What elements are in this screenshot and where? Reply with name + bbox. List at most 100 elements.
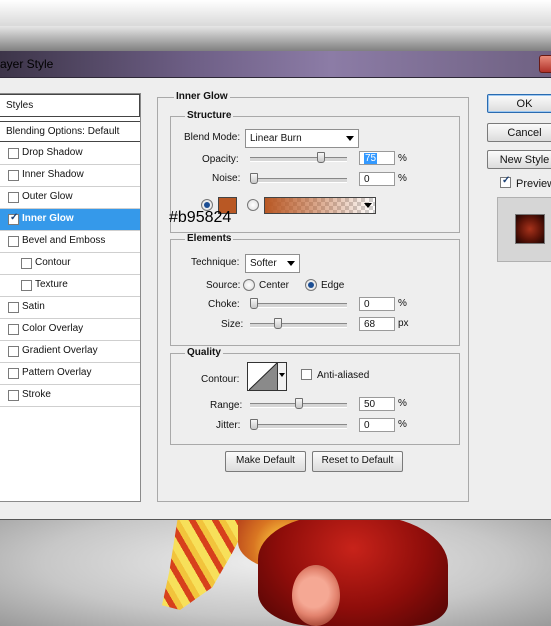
style-item-label: Inner Shadow	[22, 169, 84, 180]
dialog-titlebar[interactable]: ayer Style	[0, 51, 551, 78]
color-hex-label: #b95824	[169, 209, 232, 226]
style-checkbox[interactable]	[8, 346, 19, 357]
jitter-label: Jitter:	[216, 420, 241, 431]
style-checkbox[interactable]	[8, 148, 19, 159]
style-item-stroke[interactable]: Stroke	[0, 385, 140, 407]
jitter-slider[interactable]	[250, 419, 347, 430]
contour-label: Contour:	[201, 374, 240, 385]
style-item-bevel-and-emboss[interactable]: Bevel and Emboss	[0, 231, 140, 253]
style-item-outer-glow[interactable]: Outer Glow	[0, 187, 140, 209]
style-checkbox[interactable]	[8, 390, 19, 401]
elements-title: Elements	[185, 233, 234, 244]
opacity-slider[interactable]	[250, 152, 347, 163]
range-percent: %	[398, 398, 407, 409]
style-checkbox[interactable]	[8, 368, 19, 379]
gradient-radio[interactable]	[247, 199, 259, 211]
source-edge-label[interactable]: Edge	[321, 280, 344, 291]
style-checkbox[interactable]	[8, 212, 19, 225]
style-item-satin[interactable]: Satin	[0, 297, 140, 319]
source-edge-radio[interactable]	[305, 279, 317, 291]
style-checkbox[interactable]	[8, 324, 19, 335]
jitter-field[interactable]: 0	[359, 418, 395, 432]
style-item-contour[interactable]: Contour	[0, 253, 140, 275]
style-item-label: Gradient Overlay	[22, 345, 98, 356]
inner-glow-group: Inner Glow Structure Blend Mode: Linear …	[157, 91, 469, 502]
size-slider-thumb[interactable]	[274, 318, 282, 329]
style-item-drop-shadow[interactable]: Drop Shadow	[0, 143, 140, 165]
workspace-toolbar-band	[0, 26, 551, 51]
style-item-label: Bevel and Emboss	[22, 235, 106, 246]
opacity-slider-thumb[interactable]	[317, 152, 325, 163]
contour-curve-icon	[249, 363, 278, 390]
choke-slider[interactable]	[250, 298, 347, 309]
workspace-background-top	[0, 0, 551, 26]
reset-to-default-button[interactable]: Reset to Default	[312, 451, 403, 472]
cancel-button[interactable]: Cancel	[487, 123, 551, 142]
size-value: 68	[364, 319, 376, 330]
layer-style-dialog: ayer Style Styles Blending Options: Defa…	[0, 51, 551, 520]
styles-list: Styles Blending Options: Default Drop Sh…	[0, 93, 141, 502]
style-item-texture[interactable]: Texture	[0, 275, 140, 297]
style-item-pattern-overlay[interactable]: Pattern Overlay	[0, 363, 140, 385]
style-checkbox[interactable]	[8, 302, 19, 313]
preview-label[interactable]: Preview	[516, 178, 551, 190]
blend-mode-label: Blend Mode:	[184, 132, 241, 143]
style-item-inner-glow[interactable]: Inner Glow	[0, 209, 140, 231]
noise-field[interactable]: 0	[359, 172, 395, 186]
style-checkbox[interactable]	[21, 258, 32, 269]
dialog-title: ayer Style	[0, 57, 54, 71]
gradient-preview[interactable]	[264, 197, 376, 214]
range-slider-thumb[interactable]	[295, 398, 303, 409]
size-slider[interactable]	[250, 318, 347, 329]
elements-group: Elements Technique: Softer Source: Cente…	[170, 233, 460, 346]
style-preview-swatch	[515, 214, 545, 244]
close-icon[interactable]	[539, 55, 551, 73]
contour-picker[interactable]	[247, 362, 287, 391]
source-center-radio[interactable]	[243, 279, 255, 291]
jitter-value: 0	[364, 420, 370, 431]
jitter-slider-thumb[interactable]	[250, 419, 258, 430]
blending-options-item[interactable]: Blending Options: Default	[0, 121, 140, 142]
ok-button[interactable]: OK	[487, 94, 551, 113]
technique-dropdown[interactable]: Softer	[245, 254, 300, 273]
contour-dropdown[interactable]	[277, 363, 286, 390]
make-default-button[interactable]: Make Default	[225, 451, 306, 472]
size-field[interactable]: 68	[359, 317, 395, 331]
style-checkbox[interactable]	[8, 170, 19, 181]
style-item-label: Texture	[35, 279, 68, 290]
chevron-down-icon[interactable]	[364, 203, 372, 208]
anti-aliased-label[interactable]: Anti-aliased	[317, 370, 369, 381]
anti-aliased-checkbox[interactable]	[301, 369, 312, 380]
style-item-label: Drop Shadow	[22, 147, 83, 158]
opacity-label: Opacity:	[202, 154, 239, 165]
styles-header[interactable]: Styles	[0, 94, 140, 117]
style-checkbox[interactable]	[8, 236, 19, 247]
choke-percent: %	[398, 298, 407, 309]
preview-checkbox[interactable]	[500, 175, 511, 188]
technique-value: Softer	[250, 258, 277, 269]
style-item-inner-shadow[interactable]: Inner Shadow	[0, 165, 140, 187]
style-item-label: Contour	[35, 257, 71, 268]
opacity-percent: %	[398, 153, 407, 164]
opacity-field[interactable]: 75	[359, 151, 395, 165]
range-field[interactable]: 50	[359, 397, 395, 411]
noise-slider[interactable]	[250, 173, 347, 184]
source-center-label[interactable]: Center	[259, 280, 289, 291]
style-item-label: Pattern Overlay	[22, 367, 92, 378]
choke-field[interactable]: 0	[359, 297, 395, 311]
choke-slider-thumb[interactable]	[250, 298, 258, 309]
style-item-label: Inner Glow	[22, 213, 74, 224]
style-checkbox[interactable]	[8, 192, 19, 203]
style-item-label: Satin	[22, 301, 45, 312]
noise-value: 0	[364, 174, 370, 185]
noise-slider-thumb[interactable]	[250, 173, 258, 184]
size-label: Size:	[221, 319, 244, 330]
blend-mode-dropdown[interactable]: Linear Burn	[245, 129, 359, 148]
blend-mode-value: Linear Burn	[250, 133, 302, 144]
style-checkbox[interactable]	[21, 280, 32, 291]
technique-label: Technique:	[191, 257, 240, 268]
style-item-gradient-overlay[interactable]: Gradient Overlay	[0, 341, 140, 363]
range-slider[interactable]	[250, 398, 347, 409]
new-style-button[interactable]: New Style	[487, 150, 551, 169]
style-item-color-overlay[interactable]: Color Overlay	[0, 319, 140, 341]
